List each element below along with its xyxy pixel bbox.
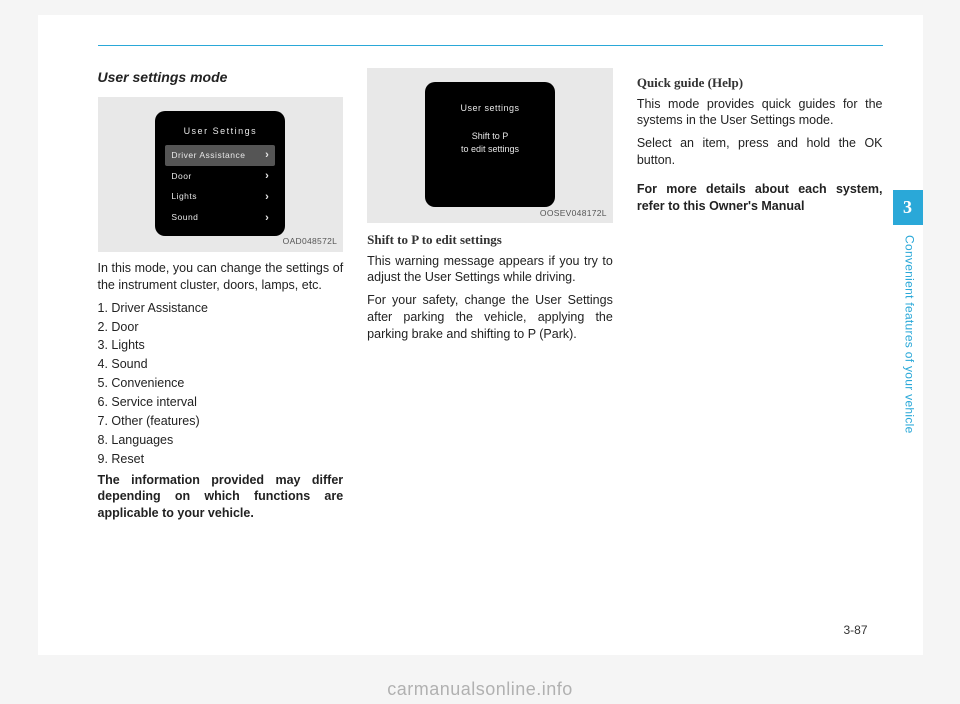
- column-1: User settings mode User Settings Driver …: [98, 68, 344, 522]
- screen-message: Shift to P to edit settings: [461, 130, 519, 155]
- menu-label: Lights: [171, 191, 197, 202]
- page-number: 3-87: [843, 623, 867, 637]
- paragraph: For your safety, change the User Setting…: [367, 292, 613, 343]
- paragraph: Select an item, press and hold the OK bu…: [637, 135, 883, 169]
- manual-page: User settings mode User Settings Driver …: [38, 15, 923, 655]
- column-3: Quick guide (Help) This mode provides qu…: [637, 68, 883, 522]
- paragraph: This warning message appears if you try …: [367, 253, 613, 287]
- figure-caption: OAD048572L: [283, 236, 338, 247]
- list-item: 3. Lights: [98, 337, 344, 354]
- intro-paragraph: In this mode, you can change the setting…: [98, 260, 344, 294]
- paragraph: This mode provides quick guides for the …: [637, 96, 883, 130]
- chevron-right-icon: ›: [265, 211, 269, 226]
- cluster-screen-warning: User settings Shift to P to edit setting…: [425, 82, 555, 207]
- list-item: 1. Driver Assistance: [98, 300, 344, 317]
- menu-item-sound: Sound ›: [165, 208, 275, 229]
- menu-item-lights: Lights ›: [165, 187, 275, 208]
- msg-line-1: Shift to P: [472, 131, 509, 141]
- msg-line-2: to edit settings: [461, 144, 519, 154]
- figure-caption: OOSEV048172L: [540, 208, 607, 219]
- screen-title: User settings: [460, 102, 519, 114]
- chevron-right-icon: ›: [265, 190, 269, 205]
- list-item: 7. Other (features): [98, 413, 344, 430]
- menu-item-driver-assistance: Driver Assistance ›: [165, 145, 275, 166]
- menu-item-door: Door ›: [165, 166, 275, 187]
- chevron-right-icon: ›: [265, 169, 269, 184]
- section-title: User settings mode: [98, 68, 344, 87]
- chapter-tab: 3: [893, 190, 923, 230]
- screen-title: User Settings: [165, 125, 275, 137]
- column-2: User settings Shift to P to edit setting…: [367, 68, 613, 522]
- figure-user-settings-menu: User Settings Driver Assistance › Door ›…: [98, 97, 344, 252]
- list-item: 9. Reset: [98, 451, 344, 468]
- chapter-number: 3: [893, 190, 923, 225]
- watermark: carmanualsonline.info: [387, 679, 573, 700]
- list-item: 5. Convenience: [98, 375, 344, 392]
- menu-label: Door: [171, 171, 191, 182]
- chevron-right-icon: ›: [265, 148, 269, 163]
- figure-shift-to-p: User settings Shift to P to edit setting…: [367, 68, 613, 223]
- list-item: 4. Sound: [98, 356, 344, 373]
- note-paragraph: The information provided may differ depe…: [98, 472, 344, 523]
- list-item: 8. Languages: [98, 432, 344, 449]
- note-paragraph: For more details about each system, refe…: [637, 181, 883, 215]
- menu-label: Driver Assistance: [171, 150, 245, 161]
- subheading-shift-to-p: Shift to P to edit settings: [367, 231, 613, 249]
- top-rule: [98, 45, 883, 46]
- cluster-screen-menu: User Settings Driver Assistance › Door ›…: [155, 111, 285, 236]
- menu-label: Sound: [171, 212, 198, 223]
- list-item: 6. Service interval: [98, 394, 344, 411]
- list-item: 2. Door: [98, 319, 344, 336]
- subheading-quick-guide: Quick guide (Help): [637, 74, 883, 92]
- content-columns: User settings mode User Settings Driver …: [98, 68, 883, 522]
- chapter-label: Convenient features of your vehicle: [903, 235, 917, 434]
